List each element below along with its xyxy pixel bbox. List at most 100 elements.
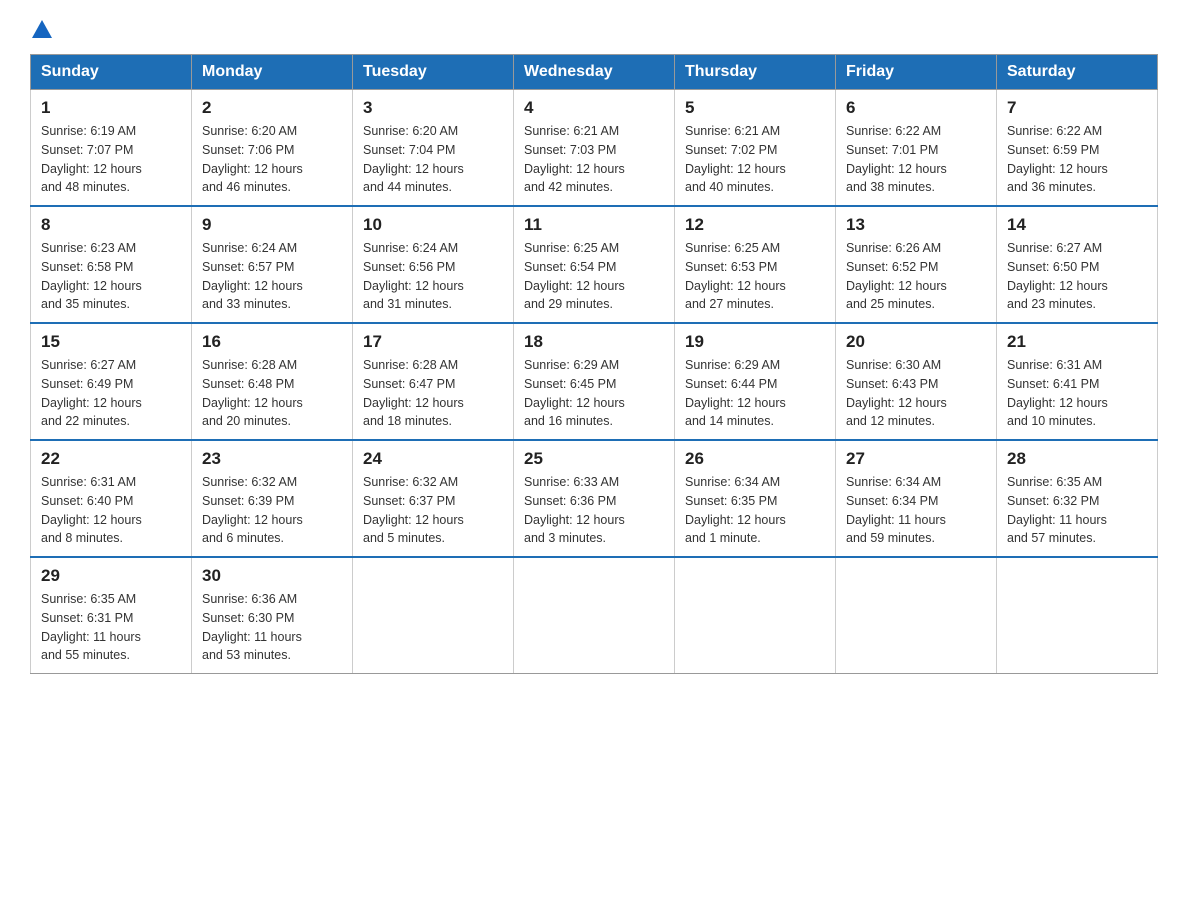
- day-info: Sunrise: 6:21 AM Sunset: 7:03 PM Dayligh…: [524, 122, 664, 197]
- calendar-day-cell: 19 Sunrise: 6:29 AM Sunset: 6:44 PM Dayl…: [675, 323, 836, 440]
- daylight-row2: and 5 minutes.: [363, 531, 445, 545]
- calendar-day-cell: [997, 557, 1158, 674]
- day-number: 30: [202, 566, 342, 586]
- sunrise-row: Sunrise: 6:26 AM: [846, 241, 941, 255]
- calendar-day-cell: 10 Sunrise: 6:24 AM Sunset: 6:56 PM Dayl…: [353, 206, 514, 323]
- calendar-day-cell: 27 Sunrise: 6:34 AM Sunset: 6:34 PM Dayl…: [836, 440, 997, 557]
- daylight-row2: and 42 minutes.: [524, 180, 613, 194]
- day-number: 11: [524, 215, 664, 235]
- day-info: Sunrise: 6:28 AM Sunset: 6:48 PM Dayligh…: [202, 356, 342, 431]
- day-info: Sunrise: 6:22 AM Sunset: 7:01 PM Dayligh…: [846, 122, 986, 197]
- daylight-row1: Daylight: 12 hours: [685, 279, 786, 293]
- daylight-row2: and 40 minutes.: [685, 180, 774, 194]
- daylight-row2: and 27 minutes.: [685, 297, 774, 311]
- daylight-row2: and 29 minutes.: [524, 297, 613, 311]
- calendar-day-cell: 6 Sunrise: 6:22 AM Sunset: 7:01 PM Dayli…: [836, 90, 997, 207]
- daylight-row1: Daylight: 12 hours: [363, 513, 464, 527]
- sunrise-row: Sunrise: 6:28 AM: [363, 358, 458, 372]
- sunset-row: Sunset: 6:40 PM: [41, 494, 133, 508]
- sunset-row: Sunset: 6:36 PM: [524, 494, 616, 508]
- sunrise-row: Sunrise: 6:31 AM: [41, 475, 136, 489]
- calendar-day-cell: 2 Sunrise: 6:20 AM Sunset: 7:06 PM Dayli…: [192, 90, 353, 207]
- daylight-row1: Daylight: 12 hours: [41, 279, 142, 293]
- sunset-row: Sunset: 6:44 PM: [685, 377, 777, 391]
- sunrise-row: Sunrise: 6:35 AM: [1007, 475, 1102, 489]
- calendar-day-cell: 11 Sunrise: 6:25 AM Sunset: 6:54 PM Dayl…: [514, 206, 675, 323]
- sunrise-row: Sunrise: 6:24 AM: [363, 241, 458, 255]
- day-info: Sunrise: 6:25 AM Sunset: 6:53 PM Dayligh…: [685, 239, 825, 314]
- daylight-row1: Daylight: 12 hours: [363, 162, 464, 176]
- sunset-row: Sunset: 6:48 PM: [202, 377, 294, 391]
- calendar-day-cell: 7 Sunrise: 6:22 AM Sunset: 6:59 PM Dayli…: [997, 90, 1158, 207]
- daylight-row1: Daylight: 12 hours: [363, 396, 464, 410]
- sunrise-row: Sunrise: 6:28 AM: [202, 358, 297, 372]
- daylight-row1: Daylight: 12 hours: [846, 396, 947, 410]
- daylight-row2: and 53 minutes.: [202, 648, 291, 662]
- calendar-header-thursday: Thursday: [675, 55, 836, 90]
- daylight-row2: and 16 minutes.: [524, 414, 613, 428]
- sunset-row: Sunset: 6:39 PM: [202, 494, 294, 508]
- calendar-day-cell: 24 Sunrise: 6:32 AM Sunset: 6:37 PM Dayl…: [353, 440, 514, 557]
- daylight-row2: and 33 minutes.: [202, 297, 291, 311]
- sunset-row: Sunset: 7:07 PM: [41, 143, 133, 157]
- day-info: Sunrise: 6:27 AM Sunset: 6:50 PM Dayligh…: [1007, 239, 1147, 314]
- day-info: Sunrise: 6:33 AM Sunset: 6:36 PM Dayligh…: [524, 473, 664, 548]
- sunset-row: Sunset: 6:31 PM: [41, 611, 133, 625]
- daylight-row2: and 25 minutes.: [846, 297, 935, 311]
- sunrise-row: Sunrise: 6:33 AM: [524, 475, 619, 489]
- sunset-row: Sunset: 7:01 PM: [846, 143, 938, 157]
- calendar-header-wednesday: Wednesday: [514, 55, 675, 90]
- daylight-row1: Daylight: 12 hours: [363, 279, 464, 293]
- day-info: Sunrise: 6:27 AM Sunset: 6:49 PM Dayligh…: [41, 356, 181, 431]
- day-info: Sunrise: 6:28 AM Sunset: 6:47 PM Dayligh…: [363, 356, 503, 431]
- calendar-day-cell: 3 Sunrise: 6:20 AM Sunset: 7:04 PM Dayli…: [353, 90, 514, 207]
- day-info: Sunrise: 6:35 AM Sunset: 6:31 PM Dayligh…: [41, 590, 181, 665]
- day-number: 19: [685, 332, 825, 352]
- sunrise-row: Sunrise: 6:32 AM: [202, 475, 297, 489]
- calendar-week-row: 22 Sunrise: 6:31 AM Sunset: 6:40 PM Dayl…: [31, 440, 1158, 557]
- sunset-row: Sunset: 6:35 PM: [685, 494, 777, 508]
- day-number: 8: [41, 215, 181, 235]
- sunrise-row: Sunrise: 6:36 AM: [202, 592, 297, 606]
- sunset-row: Sunset: 6:50 PM: [1007, 260, 1099, 274]
- calendar-table: SundayMondayTuesdayWednesdayThursdayFrid…: [30, 54, 1158, 674]
- daylight-row1: Daylight: 12 hours: [1007, 396, 1108, 410]
- day-number: 16: [202, 332, 342, 352]
- calendar-day-cell: 28 Sunrise: 6:35 AM Sunset: 6:32 PM Dayl…: [997, 440, 1158, 557]
- calendar-day-cell: 16 Sunrise: 6:28 AM Sunset: 6:48 PM Dayl…: [192, 323, 353, 440]
- daylight-row2: and 3 minutes.: [524, 531, 606, 545]
- logo-blue-text: [30, 20, 52, 40]
- daylight-row1: Daylight: 12 hours: [202, 513, 303, 527]
- day-info: Sunrise: 6:29 AM Sunset: 6:45 PM Dayligh…: [524, 356, 664, 431]
- daylight-row1: Daylight: 12 hours: [524, 279, 625, 293]
- page-header: [30, 20, 1158, 36]
- sunrise-row: Sunrise: 6:20 AM: [202, 124, 297, 138]
- sunset-row: Sunset: 7:03 PM: [524, 143, 616, 157]
- day-info: Sunrise: 6:34 AM Sunset: 6:35 PM Dayligh…: [685, 473, 825, 548]
- sunrise-row: Sunrise: 6:22 AM: [846, 124, 941, 138]
- calendar-day-cell: 13 Sunrise: 6:26 AM Sunset: 6:52 PM Dayl…: [836, 206, 997, 323]
- day-number: 20: [846, 332, 986, 352]
- daylight-row2: and 12 minutes.: [846, 414, 935, 428]
- day-number: 18: [524, 332, 664, 352]
- daylight-row2: and 1 minute.: [685, 531, 761, 545]
- day-number: 10: [363, 215, 503, 235]
- calendar-day-cell: 5 Sunrise: 6:21 AM Sunset: 7:02 PM Dayli…: [675, 90, 836, 207]
- day-info: Sunrise: 6:26 AM Sunset: 6:52 PM Dayligh…: [846, 239, 986, 314]
- calendar-day-cell: [514, 557, 675, 674]
- daylight-row1: Daylight: 12 hours: [202, 396, 303, 410]
- sunset-row: Sunset: 6:54 PM: [524, 260, 616, 274]
- calendar-day-cell: 8 Sunrise: 6:23 AM Sunset: 6:58 PM Dayli…: [31, 206, 192, 323]
- calendar-day-cell: 22 Sunrise: 6:31 AM Sunset: 6:40 PM Dayl…: [31, 440, 192, 557]
- calendar-day-cell: 12 Sunrise: 6:25 AM Sunset: 6:53 PM Dayl…: [675, 206, 836, 323]
- sunset-row: Sunset: 6:56 PM: [363, 260, 455, 274]
- sunset-row: Sunset: 6:52 PM: [846, 260, 938, 274]
- day-number: 26: [685, 449, 825, 469]
- sunrise-row: Sunrise: 6:29 AM: [524, 358, 619, 372]
- calendar-day-cell: 18 Sunrise: 6:29 AM Sunset: 6:45 PM Dayl…: [514, 323, 675, 440]
- day-info: Sunrise: 6:24 AM Sunset: 6:56 PM Dayligh…: [363, 239, 503, 314]
- daylight-row1: Daylight: 12 hours: [846, 279, 947, 293]
- sunrise-row: Sunrise: 6:19 AM: [41, 124, 136, 138]
- day-info: Sunrise: 6:20 AM Sunset: 7:06 PM Dayligh…: [202, 122, 342, 197]
- daylight-row1: Daylight: 12 hours: [685, 162, 786, 176]
